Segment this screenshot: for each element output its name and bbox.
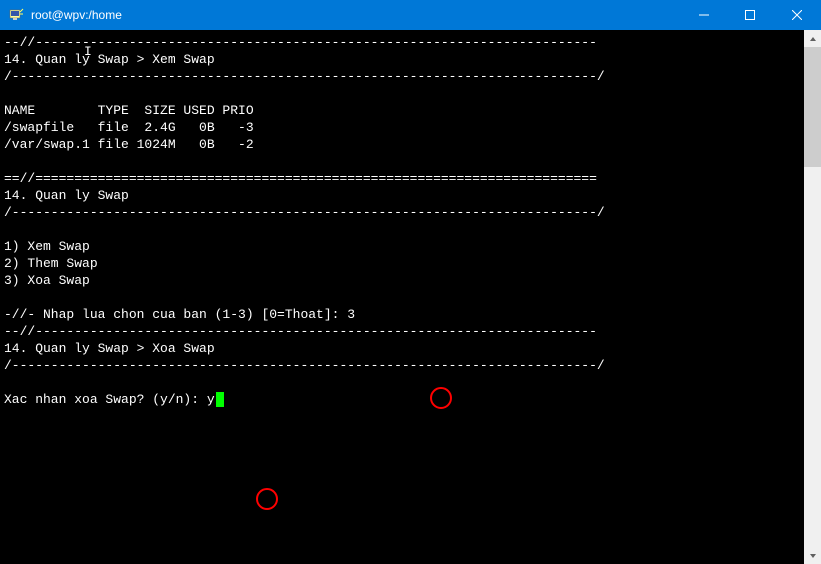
choice-prompt: -//- Nhap lua chon cua ban (1-3) [0=Thoa… — [4, 307, 347, 322]
vertical-scrollbar[interactable] — [804, 30, 821, 564]
putty-window: root@wpv:/home --//---------------------… — [0, 0, 821, 564]
separator: /---------------------------------------… — [4, 358, 605, 373]
separator: ==//====================================… — [4, 171, 597, 186]
minimize-button[interactable] — [681, 0, 727, 30]
menu-option: 2) Them Swap — [4, 256, 98, 271]
putty-icon — [8, 7, 24, 23]
swap-table-row: /swapfile file 2.4G 0B -3 — [4, 120, 254, 135]
menu-option: 1) Xem Swap — [4, 239, 90, 254]
breadcrumb: 14. Quan ly Swap > Xoa Swap — [4, 341, 215, 356]
scroll-thumb[interactable] — [804, 47, 821, 167]
scroll-up-arrow-icon[interactable] — [804, 30, 821, 47]
scroll-down-arrow-icon[interactable] — [804, 547, 821, 564]
separator: --//------------------------------------… — [4, 35, 597, 50]
menu-option: 3) Xoa Swap — [4, 273, 90, 288]
maximize-button[interactable] — [727, 0, 773, 30]
separator: --//------------------------------------… — [4, 324, 597, 339]
confirm-input: y — [207, 392, 215, 407]
terminal[interactable]: --//------------------------------------… — [0, 30, 804, 564]
swap-table-header: NAME TYPE SIZE USED PRIO — [4, 103, 254, 118]
swap-table-row: /var/swap.1 file 1024M 0B -2 — [4, 137, 254, 152]
menu-title: 14. Quan ly Swap — [4, 188, 129, 203]
terminal-cursor — [216, 392, 224, 407]
close-button[interactable] — [773, 0, 821, 30]
titlebar[interactable]: root@wpv:/home — [0, 0, 821, 30]
terminal-area: --//------------------------------------… — [0, 30, 821, 564]
separator: /---------------------------------------… — [4, 69, 605, 84]
window-controls — [681, 0, 821, 30]
window-title: root@wpv:/home — [31, 8, 681, 22]
choice-input: 3 — [347, 307, 355, 322]
confirm-prompt: Xac nhan xoa Swap? (y/n): — [4, 392, 207, 407]
breadcrumb: 14. Quan ly Swap > Xem Swap — [4, 52, 215, 67]
separator: /---------------------------------------… — [4, 205, 605, 220]
highlight-circle-icon — [256, 488, 278, 510]
highlight-circle-icon — [430, 387, 452, 409]
